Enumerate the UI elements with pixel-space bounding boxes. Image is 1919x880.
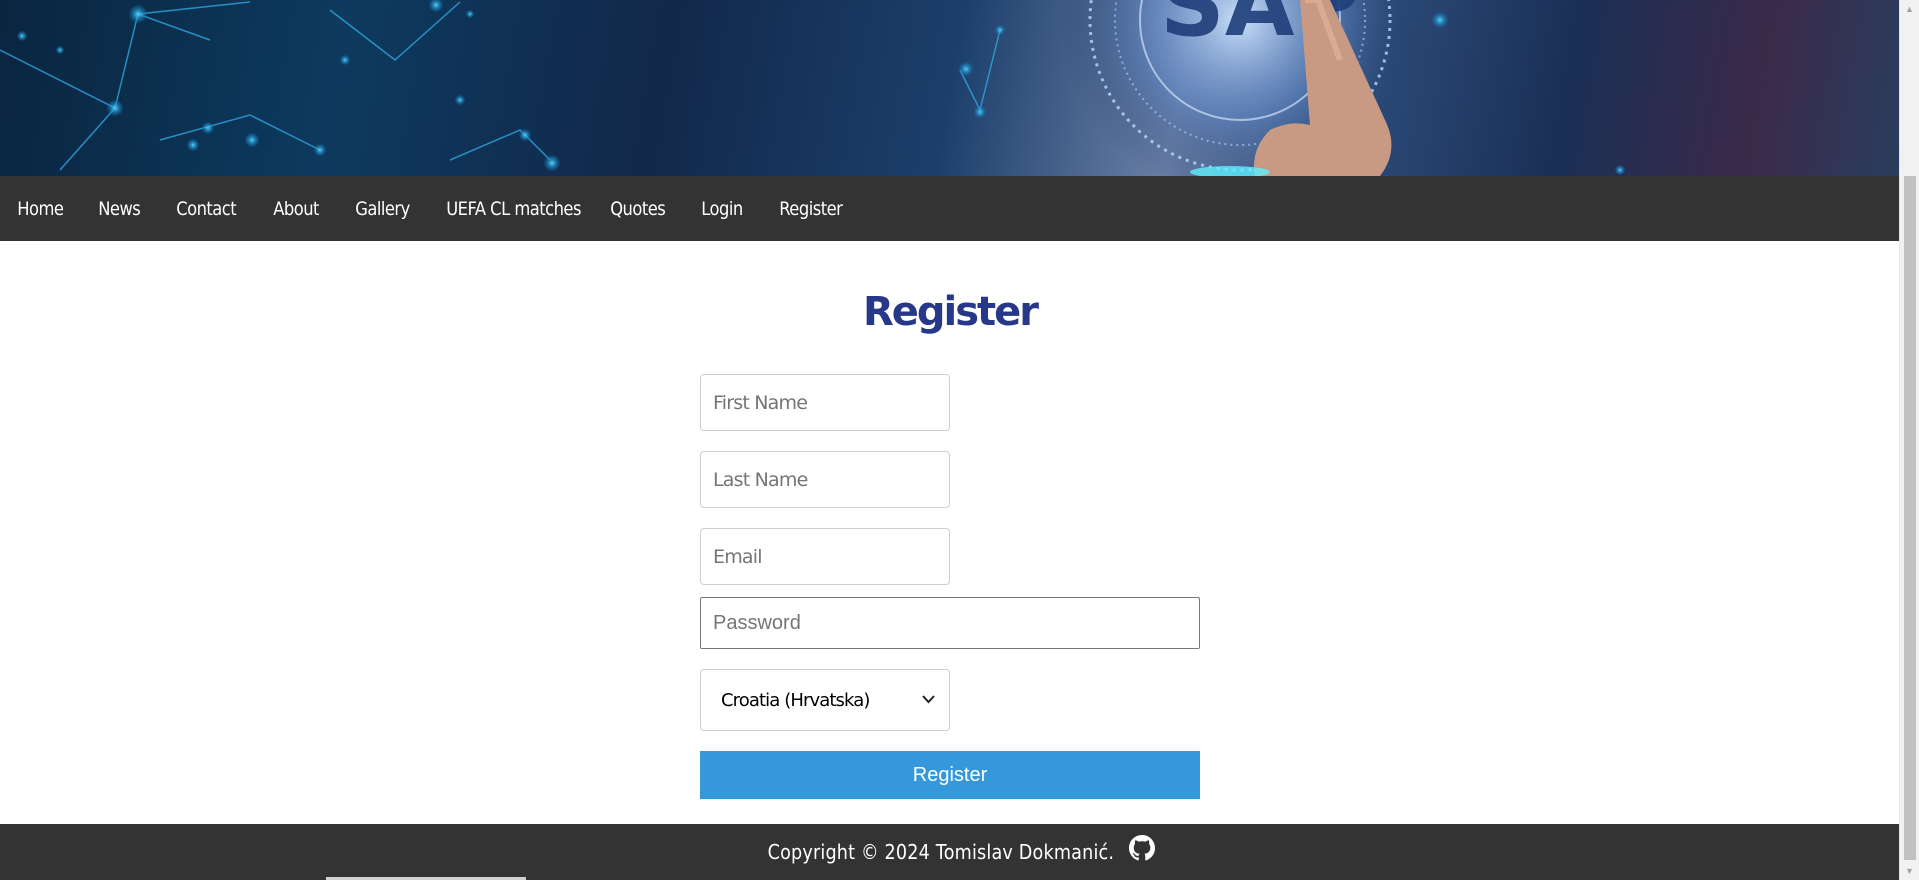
nav-about[interactable]: About [256, 176, 338, 241]
footer-copyright: Copyright © 2024 Tomislav Dokmanić. [767, 840, 1114, 864]
first-name-input[interactable] [700, 374, 950, 431]
country-select-value: Croatia (Hrvatska) [721, 689, 870, 711]
nav-login[interactable]: Login [684, 176, 762, 241]
nav-about-label: About [273, 197, 319, 220]
nav-login-label: Login [701, 197, 743, 220]
nav-news-label: News [98, 197, 141, 220]
footer: Copyright © 2024 Tomislav Dokmanić. [0, 824, 1899, 880]
chevron-down-icon [922, 692, 935, 708]
scrollbar-thumb[interactable] [1904, 176, 1916, 860]
scroll-down-arrow-icon[interactable]: ▼ [1900, 862, 1919, 880]
nav-quotes-label: Quotes [610, 197, 666, 220]
nav-contact-label: Contact [176, 197, 237, 220]
nav-gallery[interactable]: Gallery [338, 176, 429, 241]
nav-uefa-cl-matches-label: UEFA CL matches [446, 197, 581, 220]
nav-quotes[interactable]: Quotes [593, 176, 684, 241]
nav-register-label: Register [779, 197, 843, 220]
nav-home[interactable]: Home [0, 176, 81, 241]
nav-news[interactable]: News [81, 176, 159, 241]
nav-register[interactable]: Register [762, 176, 862, 241]
main-navbar: Home News Contact About Gallery UEFA CL … [0, 176, 1899, 241]
page: SAP Home News Contact About Gallery UEFA… [0, 0, 1899, 880]
page-title: Register [862, 289, 1039, 335]
last-name-input[interactable] [700, 451, 950, 508]
github-icon[interactable] [1129, 835, 1156, 861]
nav-home-label: Home [17, 197, 64, 220]
page-scrollbar[interactable]: ▲ ▼ [1899, 0, 1919, 880]
scroll-up-arrow-icon[interactable]: ▲ [1900, 0, 1919, 18]
country-select[interactable]: Croatia (Hrvatska) [700, 669, 950, 731]
password-input[interactable] [700, 597, 1200, 649]
nav-gallery-label: Gallery [355, 197, 410, 220]
register-submit-button[interactable]: Register [700, 751, 1200, 799]
header-banner-image: SAP [0, 0, 1899, 176]
nav-uefa-cl-matches[interactable]: UEFA CL matches [429, 176, 593, 241]
nav-contact[interactable]: Contact [159, 176, 256, 241]
email-input[interactable] [700, 528, 950, 585]
